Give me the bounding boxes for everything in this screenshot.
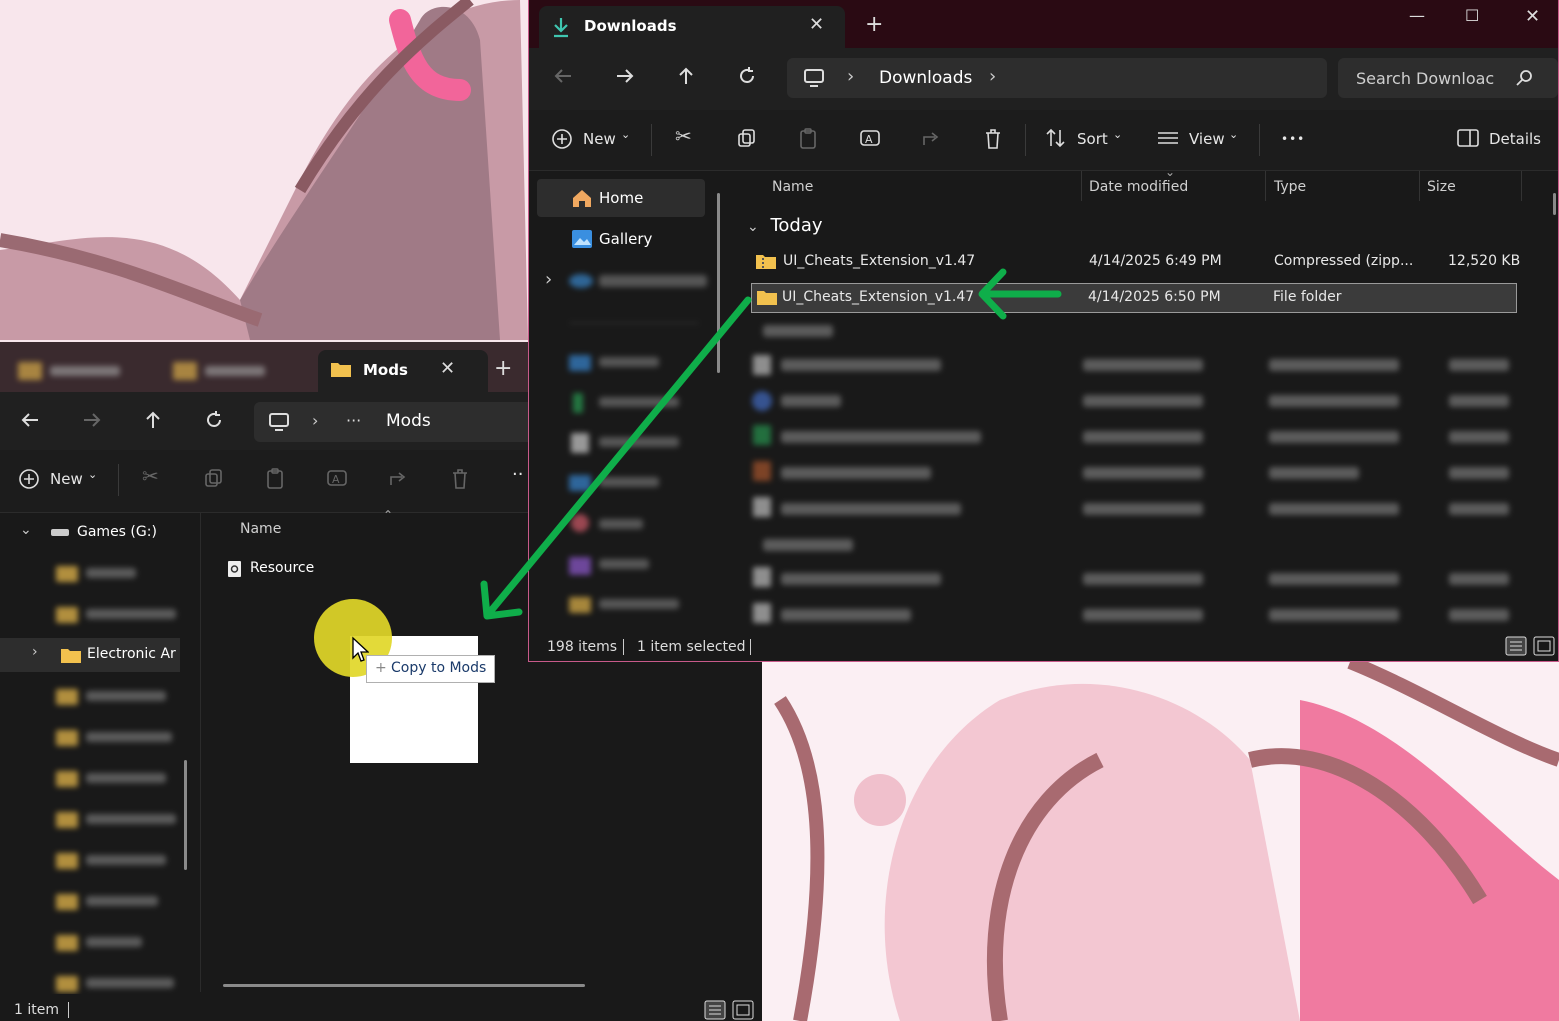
annotation-arrows bbox=[480, 268, 1062, 620]
arrow-to-mods bbox=[486, 296, 752, 616]
